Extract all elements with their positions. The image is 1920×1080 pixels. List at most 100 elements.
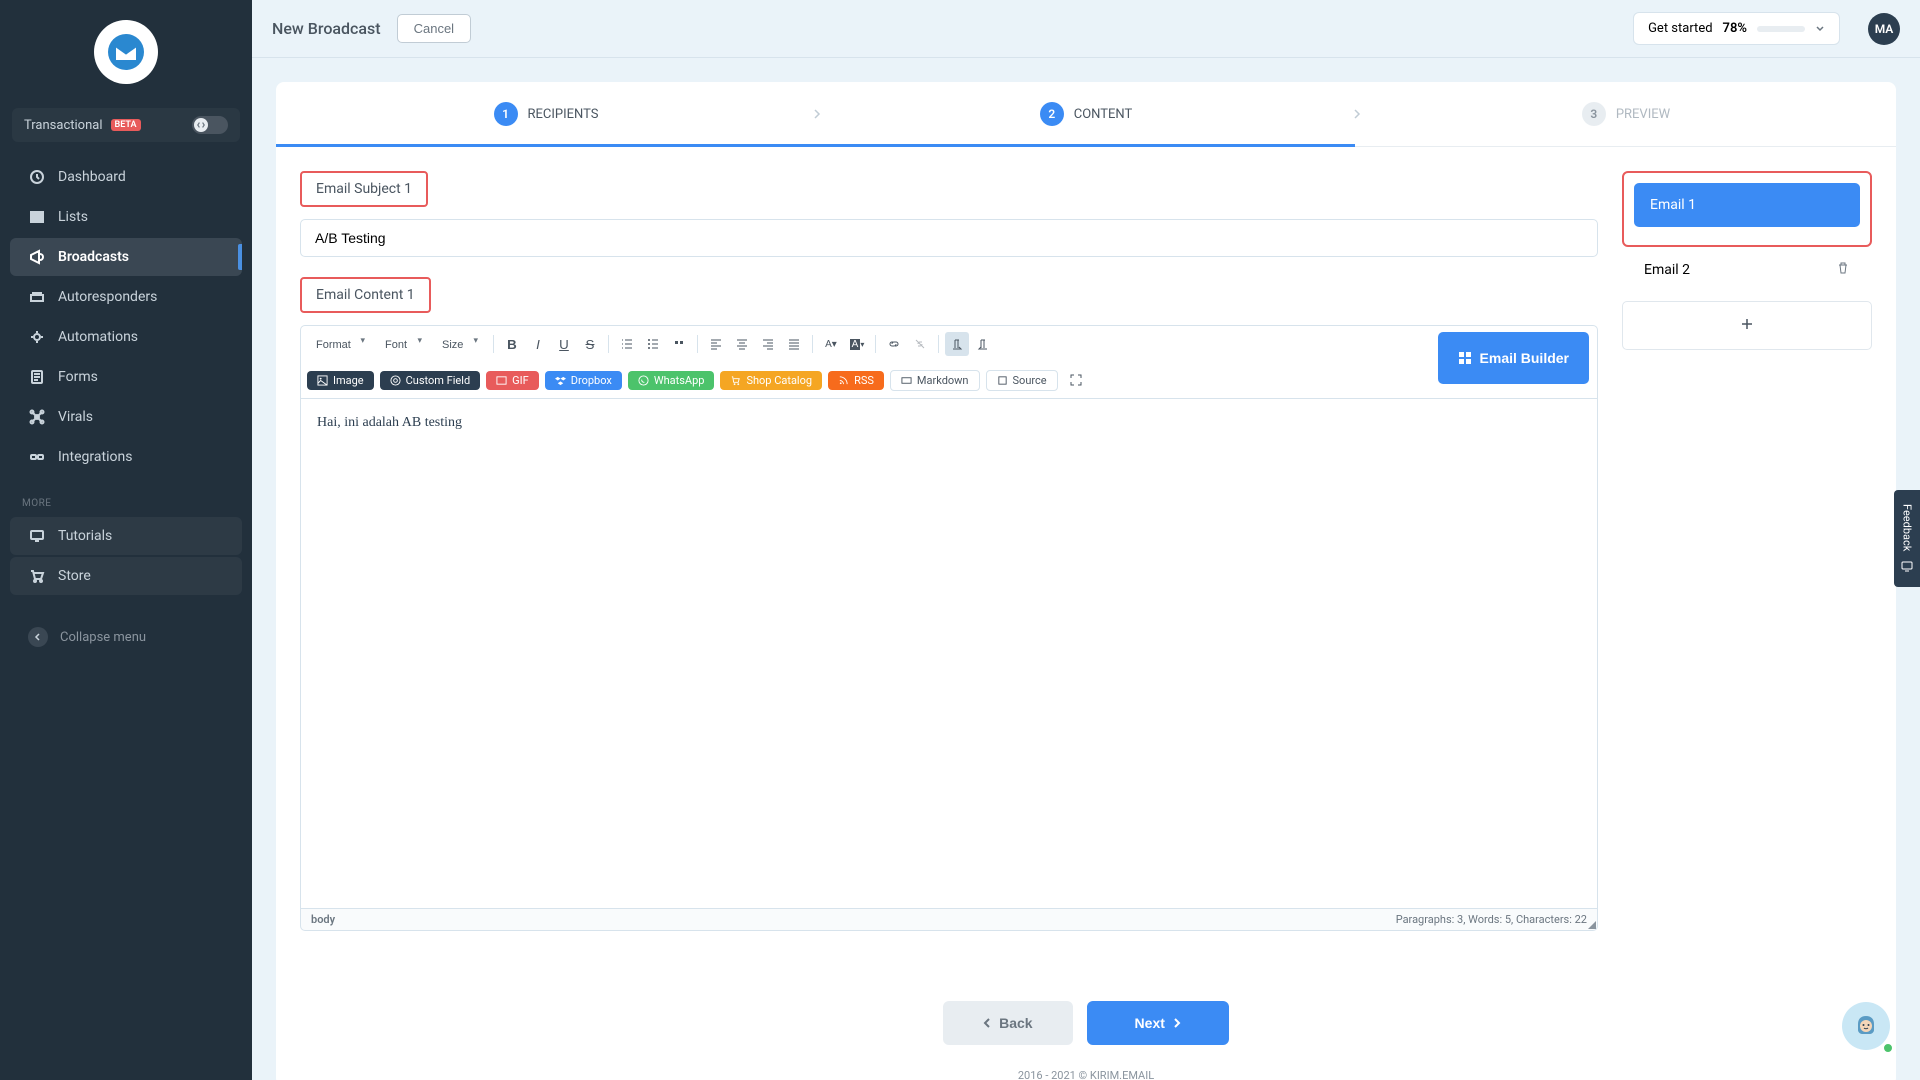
- source-icon: [997, 375, 1008, 386]
- image-icon: [317, 375, 328, 386]
- email-tab-label: Email 2: [1644, 262, 1690, 278]
- delete-email-icon[interactable]: [1836, 261, 1850, 279]
- rss-button[interactable]: RSS: [828, 371, 884, 390]
- at-icon: [390, 375, 401, 386]
- shop-catalog-button[interactable]: Shop Catalog: [720, 371, 822, 390]
- top-header: New Broadcast Cancel Get started 78% MA: [252, 0, 1920, 58]
- sidebar-item-store[interactable]: Store: [10, 557, 242, 595]
- lists-icon: [28, 208, 46, 226]
- code-icon: [197, 121, 205, 129]
- ordered-list-button[interactable]: [615, 332, 639, 356]
- format-select[interactable]: Format: [307, 335, 370, 355]
- email-builder-button[interactable]: Email Builder: [1438, 332, 1589, 384]
- email-tab-2[interactable]: Email 2: [1622, 247, 1872, 293]
- editor-toolbar-row2: Image Custom Field GIF Dropbox WhatsApp …: [300, 362, 1598, 399]
- autoresponders-icon: [28, 288, 46, 306]
- nav-label: Store: [58, 568, 91, 584]
- text-color-button[interactable]: A▾: [819, 332, 843, 356]
- chat-widget[interactable]: [1842, 1002, 1896, 1056]
- sidebar-item-virals[interactable]: Virals: [10, 398, 242, 436]
- insert-image-button[interactable]: Image: [307, 371, 374, 390]
- ltr-button[interactable]: [945, 332, 969, 356]
- font-select[interactable]: Font: [376, 335, 427, 355]
- sidebar-item-lists[interactable]: Lists: [10, 198, 242, 236]
- bg-color-button[interactable]: A▾: [845, 332, 869, 356]
- plus-icon: [1740, 317, 1754, 331]
- back-button[interactable]: Back: [943, 1001, 1072, 1045]
- add-email-button[interactable]: [1622, 301, 1872, 350]
- underline-button[interactable]: U: [552, 332, 576, 356]
- collapse-menu-button[interactable]: Collapse menu: [10, 615, 242, 659]
- get-started-label: Get started: [1648, 21, 1712, 36]
- blockquote-button[interactable]: [667, 332, 691, 356]
- cart-icon: [28, 567, 46, 585]
- feedback-tab[interactable]: Feedback: [1894, 490, 1920, 587]
- chevron-left-icon: [983, 1017, 991, 1029]
- email-subject-label: Email Subject 1: [300, 171, 428, 207]
- sidebar: Transactional BETA Dashboard Lists Broad…: [0, 0, 252, 1080]
- email-tab-label: Email 1: [1650, 197, 1696, 213]
- italic-button[interactable]: I: [526, 332, 550, 356]
- nav-label: Dashboard: [58, 169, 126, 185]
- editor-element-path[interactable]: body: [311, 913, 335, 926]
- sidebar-item-dashboard[interactable]: Dashboard: [10, 158, 242, 196]
- app-logo[interactable]: [94, 20, 158, 84]
- logo-container: [0, 0, 252, 100]
- markdown-button[interactable]: Markdown: [890, 370, 980, 391]
- support-avatar-icon: [1848, 1008, 1884, 1044]
- broadcast-card: 1 RECIPIENTS 2 CONTENT 3 PREVIEW Email S…: [276, 82, 1896, 1080]
- sidebar-item-forms[interactable]: Forms: [10, 358, 242, 396]
- unordered-list-button[interactable]: [641, 332, 665, 356]
- source-button[interactable]: Source: [986, 370, 1058, 391]
- sidebar-item-tutorials[interactable]: Tutorials: [10, 517, 242, 555]
- get-started-widget[interactable]: Get started 78%: [1633, 12, 1840, 45]
- email-subject-input[interactable]: [300, 219, 1598, 257]
- content-main-column: Email Subject 1 Email Content 1 Format F…: [300, 171, 1598, 931]
- resize-handle[interactable]: [1588, 921, 1596, 929]
- step-content[interactable]: 2 CONTENT: [816, 82, 1356, 146]
- integrations-icon: [28, 448, 46, 466]
- transactional-toggle-bar[interactable]: Transactional BETA: [12, 108, 240, 142]
- cart-icon: [730, 375, 741, 386]
- whatsapp-icon: [638, 375, 649, 386]
- link-button[interactable]: [882, 332, 906, 356]
- gif-icon: [496, 375, 507, 386]
- sidebar-item-integrations[interactable]: Integrations: [10, 438, 242, 476]
- sidebar-item-broadcasts[interactable]: Broadcasts: [10, 238, 242, 276]
- sidebar-item-automations[interactable]: Automations: [10, 318, 242, 356]
- step-number: 2: [1040, 102, 1064, 126]
- step-recipients[interactable]: 1 RECIPIENTS: [276, 82, 816, 146]
- toolbar-separator: [812, 335, 813, 353]
- transactional-toggle[interactable]: [192, 116, 228, 134]
- transactional-label: Transactional: [24, 118, 103, 133]
- gif-button[interactable]: GIF: [486, 371, 539, 390]
- cancel-button[interactable]: Cancel: [397, 14, 471, 43]
- editor-word-count: Paragraphs: 3, Words: 5, Characters: 22: [1396, 913, 1587, 926]
- editor-content-area[interactable]: Hai, ini adalah AB testing: [300, 399, 1598, 909]
- sidebar-item-autoresponders[interactable]: Autoresponders: [10, 278, 242, 316]
- nav-label: Automations: [58, 329, 138, 345]
- feedback-label: Feedback: [1901, 504, 1914, 551]
- align-right-button[interactable]: [756, 332, 780, 356]
- size-select[interactable]: Size: [433, 335, 483, 355]
- align-center-button[interactable]: [730, 332, 754, 356]
- bold-button[interactable]: B: [500, 332, 524, 356]
- builder-icon: [1458, 351, 1472, 365]
- step-label: CONTENT: [1074, 107, 1133, 122]
- step-preview[interactable]: 3 PREVIEW: [1356, 82, 1896, 146]
- whatsapp-button[interactable]: WhatsApp: [628, 371, 715, 390]
- unlink-button[interactable]: [908, 332, 932, 356]
- align-justify-button[interactable]: [782, 332, 806, 356]
- automations-icon: [28, 328, 46, 346]
- align-left-button[interactable]: [704, 332, 728, 356]
- rtl-button[interactable]: [971, 332, 995, 356]
- email-tabs-panel: Email 1 Email 2: [1622, 171, 1872, 931]
- chevron-down-icon: [1815, 24, 1825, 34]
- fullscreen-button[interactable]: [1064, 368, 1088, 392]
- next-button[interactable]: Next: [1087, 1001, 1229, 1045]
- email-tab-1[interactable]: Email 1: [1634, 183, 1860, 227]
- custom-field-button[interactable]: Custom Field: [380, 371, 481, 390]
- dropbox-button[interactable]: Dropbox: [545, 371, 622, 390]
- strikethrough-button[interactable]: S: [578, 332, 602, 356]
- user-avatar[interactable]: MA: [1868, 13, 1900, 45]
